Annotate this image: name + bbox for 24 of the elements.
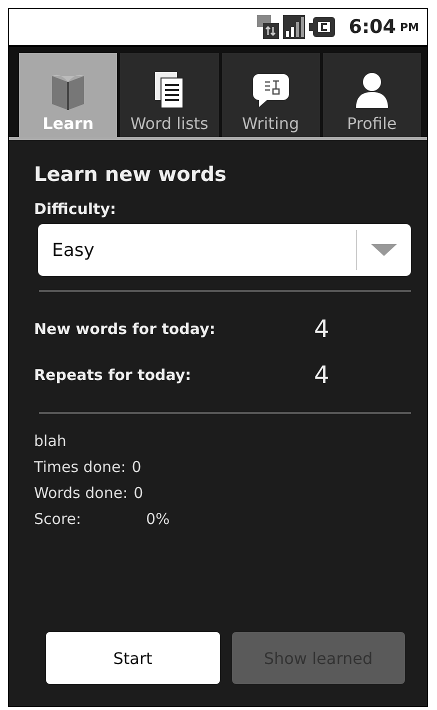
section-title: Learn new words xyxy=(34,162,228,186)
difficulty-label: Difficulty: xyxy=(34,200,117,218)
clock-period: PM xyxy=(400,20,419,34)
count-value: 4 xyxy=(314,361,330,389)
stat-value: 0 xyxy=(134,483,144,504)
tab[interactable]: Writing xyxy=(222,53,320,137)
count-label: New words for today: xyxy=(34,320,216,338)
list-name: blah xyxy=(34,431,68,452)
stat-value: 0 xyxy=(132,457,142,478)
dropdown-arrow-icon xyxy=(371,244,397,256)
count-value: 4 xyxy=(314,315,330,343)
action-button[interactable]: Start xyxy=(46,632,220,684)
stat-label: Words done: xyxy=(34,483,128,504)
difficulty-dropdown[interactable]: Easy xyxy=(38,224,411,276)
tab[interactable]: Word lists xyxy=(120,53,218,137)
network-icon xyxy=(256,15,279,39)
signal-icon xyxy=(282,15,305,39)
tab[interactable]: Profile xyxy=(322,53,421,137)
stat-value: 0% xyxy=(146,509,170,530)
count-label: Repeats for today: xyxy=(34,366,192,384)
stat-label: Score: xyxy=(34,509,82,530)
stat-label: Times done: xyxy=(34,457,126,478)
clock-time: 6:04 xyxy=(348,16,396,38)
battery-icon xyxy=(308,17,335,37)
